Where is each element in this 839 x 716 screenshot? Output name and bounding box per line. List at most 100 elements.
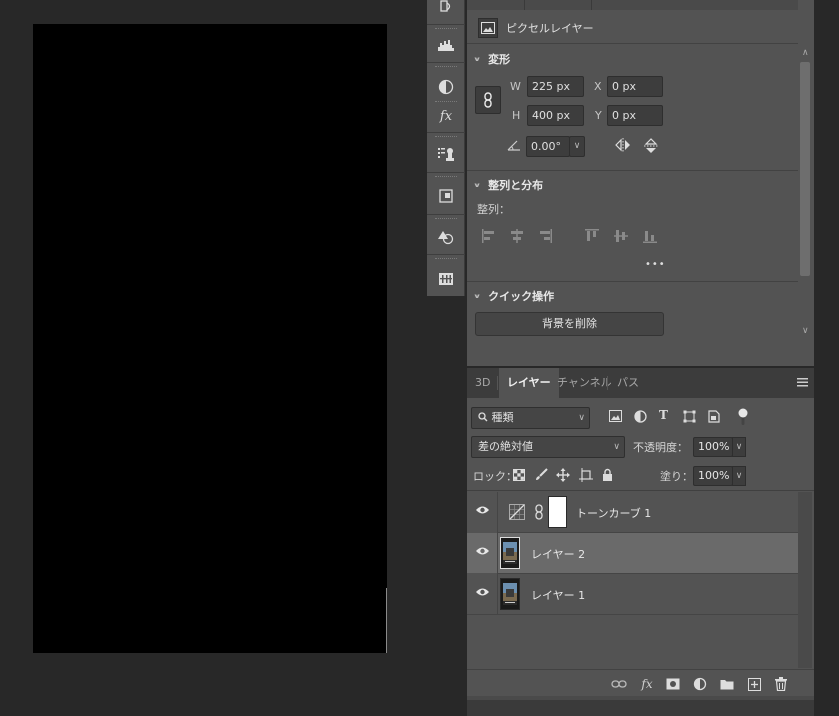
flip-vertical-icon[interactable] — [643, 137, 659, 158]
x-position-field[interactable]: 0 px — [607, 76, 663, 97]
more-options-icon[interactable]: ••• — [645, 259, 666, 270]
filter-smart-object-icon[interactable] — [707, 410, 720, 426]
quick-actions-section-header[interactable]: ∨ クイック操作 — [473, 288, 554, 304]
layer-name[interactable]: トーンカーブ 1 — [576, 505, 651, 521]
align-left-icon[interactable] — [481, 228, 497, 244]
curves-adjustment-icon — [509, 504, 525, 523]
layer-type-label: ピクセルレイヤー — [506, 22, 594, 35]
layer-thumbnail[interactable] — [500, 578, 520, 610]
add-mask-icon[interactable] — [665, 676, 681, 692]
lock-artboard-icon[interactable] — [579, 468, 593, 485]
layer-row-layer-1[interactable]: レイヤー 1 — [467, 574, 798, 614]
delete-layer-trash-icon[interactable] — [773, 676, 789, 692]
x-label: X — [594, 80, 602, 93]
layer-thumbnail[interactable] — [500, 537, 520, 569]
align-bottom-icon[interactable] — [642, 228, 658, 244]
filter-kind-dropdown[interactable]: 種類 ∨ — [471, 407, 590, 429]
blend-mode-dropdown[interactable]: 差の絶対値 ∨ — [471, 436, 625, 458]
visibility-eye-icon[interactable] — [475, 505, 490, 518]
mask-link-icon[interactable] — [534, 504, 544, 523]
fill-field[interactable]: 100% — [693, 466, 733, 486]
layer-row-layer-2[interactable]: レイヤー 2 — [467, 533, 798, 573]
shapes-panel-icon[interactable] — [432, 225, 460, 249]
channel-mixer-icon[interactable] — [432, 267, 460, 291]
chevron-down-icon: ∨ — [473, 181, 482, 189]
chain-link-icon — [484, 92, 492, 108]
layers-scrollbar[interactable] — [798, 492, 812, 668]
y-position-field[interactable]: 0 px — [607, 105, 663, 126]
tab-3d[interactable]: 3D — [467, 368, 498, 398]
chevron-down-icon: ∨ — [578, 413, 585, 423]
search-icon — [478, 411, 492, 424]
filter-kind-label: 種類 — [491, 411, 514, 424]
opacity-slider-caret[interactable]: ∨ — [732, 437, 746, 457]
flip-horizontal-icon[interactable] — [614, 137, 632, 156]
transform-section-header[interactable]: ∨ 変形 — [473, 51, 510, 67]
layer-style-fx-icon[interactable]: fx — [639, 676, 655, 692]
align-vertical-center-icon[interactable] — [613, 228, 629, 244]
opacity-field[interactable]: 100% — [693, 437, 733, 457]
panel-menu-icon[interactable] — [797, 377, 808, 390]
filter-adjustment-icon[interactable] — [634, 410, 647, 426]
scroll-down-icon[interactable]: ∨ — [802, 326, 809, 336]
panel-resize-bar[interactable] — [467, 696, 814, 700]
filter-shape-icon[interactable] — [683, 410, 696, 426]
lock-transparent-pixels-icon[interactable] — [513, 469, 525, 484]
width-field[interactable]: 225 px — [527, 76, 584, 97]
angle-icon — [507, 139, 521, 154]
blend-mode-label: 差の絶対値 — [478, 440, 533, 453]
lock-position-icon[interactable] — [556, 468, 570, 485]
panel-tab-bar: 3D レイヤー チャンネル パス — [467, 368, 814, 398]
layer-name[interactable]: レイヤー 2 — [531, 546, 585, 562]
align-section-header[interactable]: ∨ 整列と分布 — [473, 177, 543, 193]
artboard-panel-icon[interactable] — [432, 184, 460, 208]
filter-toggle-icon[interactable] — [738, 408, 748, 429]
link-dimensions-button[interactable] — [475, 86, 501, 114]
chevron-down-icon: ∨ — [473, 55, 482, 63]
adjustments-icon[interactable] — [432, 75, 460, 99]
properties-scrollbar[interactable] — [800, 62, 810, 276]
visibility-eye-icon[interactable] — [475, 546, 490, 559]
lock-image-pixels-icon[interactable] — [535, 468, 548, 484]
align-title: 整列と分布 — [488, 179, 544, 192]
new-adjustment-layer-icon[interactable] — [692, 676, 708, 692]
scroll-up-icon[interactable]: ∧ — [802, 48, 809, 58]
align-top-icon[interactable] — [584, 228, 600, 244]
remove-background-button[interactable]: 背景を削除 — [475, 312, 664, 336]
height-field[interactable]: 400 px — [527, 105, 584, 126]
angle-field[interactable]: 0.00° — [526, 136, 570, 157]
align-horizontal-center-icon[interactable] — [509, 228, 525, 244]
fill-slider-caret[interactable]: ∨ — [732, 466, 746, 486]
document-canvas[interactable] — [33, 24, 387, 653]
history-brush-icon[interactable] — [432, 0, 460, 18]
canvas-workspace[interactable] — [0, 0, 426, 716]
properties-tab-header — [467, 0, 798, 10]
lock-all-icon[interactable] — [602, 468, 613, 484]
filter-type-icon[interactable]: T — [659, 408, 668, 422]
tab-paths[interactable]: パス — [609, 368, 647, 398]
layer-name[interactable]: レイヤー 1 — [531, 587, 585, 603]
quick-actions-title: クイック操作 — [488, 290, 555, 303]
histogram-icon[interactable] — [432, 33, 460, 57]
filter-pixel-icon[interactable] — [609, 410, 622, 425]
visibility-eye-icon[interactable] — [475, 587, 490, 600]
clone-source-icon[interactable] — [432, 142, 460, 166]
align-right-icon[interactable] — [537, 228, 553, 244]
collapsed-panel-strip: fx — [427, 0, 465, 296]
styles-fx-icon[interactable]: fx — [432, 104, 460, 128]
layer-mask-thumbnail[interactable] — [548, 496, 567, 528]
w-label: W — [510, 80, 521, 93]
transform-title: 変形 — [488, 53, 511, 66]
chevron-down-icon: ∨ — [613, 442, 620, 452]
angle-dropdown-caret[interactable]: ∨ — [569, 136, 585, 157]
chevron-down-icon: ∨ — [473, 292, 482, 300]
align-sub-label: 整列： — [477, 203, 510, 216]
new-group-folder-icon[interactable] — [719, 676, 735, 692]
y-label: Y — [595, 109, 602, 122]
link-layers-icon[interactable] — [611, 676, 627, 692]
h-label: H — [512, 109, 521, 122]
pixel-layer-icon — [478, 18, 498, 38]
layer-row-tone-curve[interactable]: トーンカーブ 1 — [467, 492, 798, 532]
new-layer-icon[interactable] — [746, 676, 762, 692]
fill-label: 塗り： — [660, 470, 693, 483]
